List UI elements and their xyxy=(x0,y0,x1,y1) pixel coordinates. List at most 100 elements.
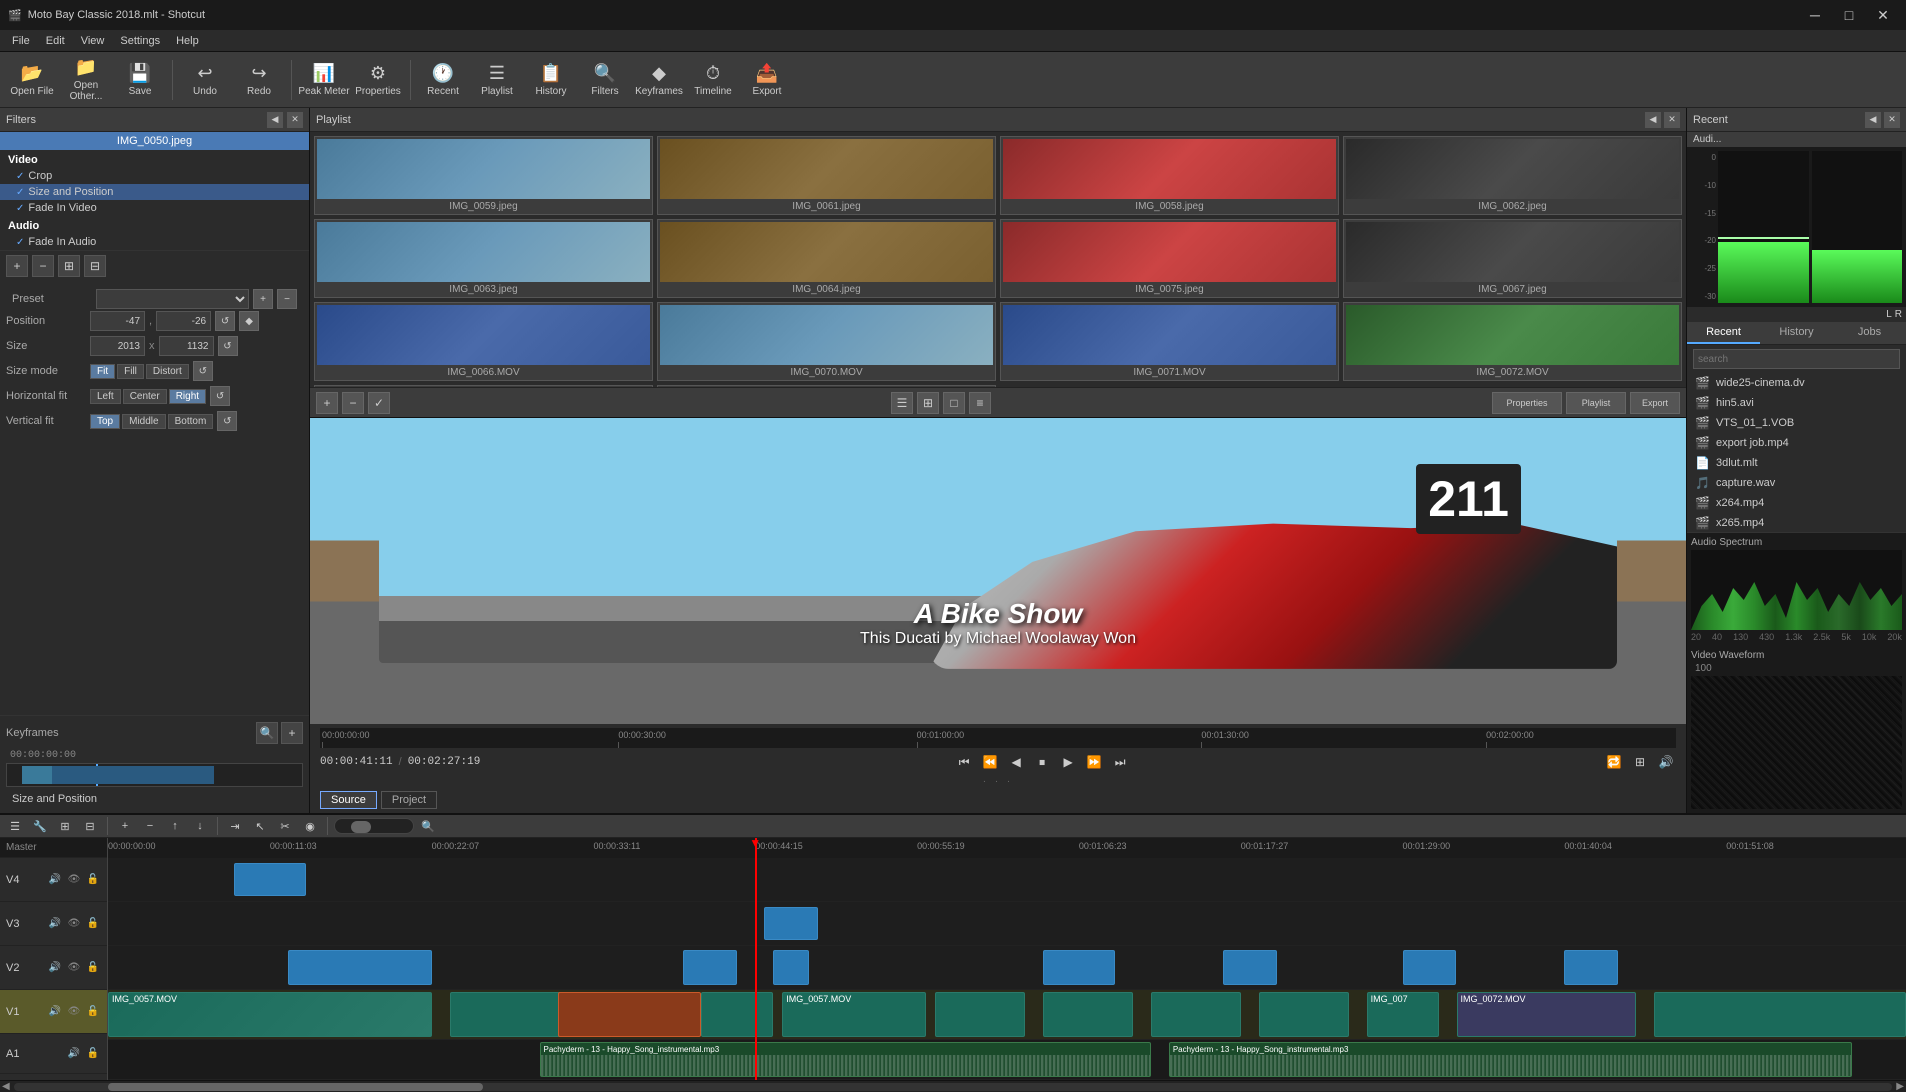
source-tab[interactable]: Source xyxy=(320,791,377,809)
v4-eye[interactable]: 👁 xyxy=(66,872,82,888)
playlist-panel-close[interactable]: ✕ xyxy=(1664,112,1680,128)
transport-play-reverse[interactable]: ◀ xyxy=(1006,752,1026,772)
size-mode-fit[interactable]: Fit xyxy=(90,364,115,379)
a1-lock[interactable]: 🔓 xyxy=(85,1046,101,1062)
pl-export-btn[interactable]: Export xyxy=(1630,392,1680,414)
filter-fade-in-video[interactable]: ✓ Fade In Video xyxy=(0,200,309,216)
filter-fade-in-audio[interactable]: ✓ Fade In Audio xyxy=(0,234,309,250)
playlist-panel-shrink[interactable]: ◀ xyxy=(1645,112,1661,128)
pl-detail-btn[interactable]: □ xyxy=(943,392,965,414)
horiz-center-btn[interactable]: Center xyxy=(123,389,167,404)
tl-zoom-handle[interactable] xyxy=(351,821,371,833)
vert-fit-reset-btn[interactable]: ↺ xyxy=(217,411,237,431)
recent-item-0[interactable]: 🎬 wide25-cinema.dv xyxy=(1687,373,1906,393)
position-reset-btn[interactable]: ↺ xyxy=(215,311,235,331)
v1-clip-8[interactable] xyxy=(1259,992,1349,1037)
toolbar-playlist[interactable]: ☰ Playlist xyxy=(471,55,523,105)
recent-panel-close[interactable]: ✕ xyxy=(1884,112,1900,128)
maximize-button[interactable]: □ xyxy=(1834,0,1864,30)
transport-next-frame[interactable]: ⏩ xyxy=(1084,752,1104,772)
v1-mute[interactable]: 🔊 xyxy=(47,1004,63,1020)
size-mode-distort[interactable]: Distort xyxy=(146,364,189,379)
recent-item-4[interactable]: 📄 3dlut.mlt xyxy=(1687,453,1906,473)
pl-remove-btn[interactable]: − xyxy=(342,392,364,414)
kf-zoom-in[interactable]: + xyxy=(281,722,303,744)
menu-edit[interactable]: Edit xyxy=(38,33,73,49)
transport-prev-frame[interactable]: ⏪ xyxy=(980,752,1000,772)
tl-track-btn[interactable]: ⊞ xyxy=(54,815,76,837)
pl-check-btn[interactable]: ✓ xyxy=(368,392,390,414)
menu-view[interactable]: View xyxy=(73,33,113,49)
v1-clip-1[interactable]: IMG_0057.MOV xyxy=(108,992,432,1037)
preset-select[interactable] xyxy=(96,289,249,309)
tl-lift-btn[interactable]: ↑ xyxy=(164,815,186,837)
v2-clip-1[interactable] xyxy=(288,950,432,985)
tl-menu-btn[interactable]: ☰ xyxy=(4,815,26,837)
preview-area[interactable]: 211 A Bike Show This Ducati by Michael W… xyxy=(310,418,1686,724)
horiz-fit-reset-btn[interactable]: ↺ xyxy=(210,386,230,406)
pl-add-btn[interactable]: + xyxy=(316,392,338,414)
tl-scrub-btn[interactable]: ◉ xyxy=(299,815,321,837)
right-tab-jobs[interactable]: Jobs xyxy=(1833,322,1906,344)
recent-search-input[interactable] xyxy=(1693,349,1900,369)
filter-copy-btn[interactable]: ⊞ xyxy=(58,255,80,277)
v1-clip-10[interactable]: IMG_0072.MOV xyxy=(1457,992,1637,1037)
toolbar-redo[interactable]: ↪ Redo xyxy=(233,55,285,105)
transport-grid[interactable]: ⊞ xyxy=(1630,752,1650,772)
transport-end[interactable]: ⏭ xyxy=(1110,752,1130,772)
playlist-item-4[interactable]: IMG_0063.jpeg xyxy=(314,219,653,298)
v1-clip-5[interactable] xyxy=(935,992,1025,1037)
toolbar-history[interactable]: 📋 History xyxy=(525,55,577,105)
transport-loop[interactable]: 🔁 xyxy=(1604,752,1624,772)
filter-size-position[interactable]: ✓ Size and Position xyxy=(0,184,309,200)
menu-settings[interactable]: Settings xyxy=(112,33,168,49)
pl-playlist-btn[interactable]: Playlist xyxy=(1566,392,1626,414)
recent-item-6[interactable]: 🎬 x264.mp4 xyxy=(1687,493,1906,513)
preset-add-btn[interactable]: + xyxy=(253,289,273,309)
size-mode-reset-btn[interactable]: ↺ xyxy=(193,361,213,381)
v1-eye[interactable]: 👁 xyxy=(66,1004,82,1020)
recent-item-1[interactable]: 🎬 hin5.avi xyxy=(1687,393,1906,413)
v4-clip-1[interactable] xyxy=(234,863,306,896)
toolbar-keyframes[interactable]: ◆ Keyframes xyxy=(633,55,685,105)
toolbar-filters[interactable]: 🔍 Filters xyxy=(579,55,631,105)
position-y-input[interactable] xyxy=(156,311,211,331)
filter-remove-btn[interactable]: − xyxy=(32,255,54,277)
a1-clip-1[interactable]: Pachyderm - 13 - Happy_Song_instrumental… xyxy=(540,1042,1151,1077)
right-tab-recent[interactable]: Recent xyxy=(1687,322,1760,344)
project-tab[interactable]: Project xyxy=(381,791,437,809)
v2-clip-2[interactable] xyxy=(683,950,737,985)
playlist-item-2[interactable]: IMG_0058.jpeg xyxy=(1000,136,1339,215)
a1-mute[interactable]: 🔊 xyxy=(66,1046,82,1062)
right-tab-history[interactable]: History xyxy=(1760,322,1833,344)
toolbar-open-file[interactable]: 📂 Open File xyxy=(6,55,58,105)
v1-clip-6[interactable] xyxy=(1043,992,1133,1037)
recent-item-5[interactable]: 🎵 capture.wav xyxy=(1687,473,1906,493)
tl-ripple-btn[interactable]: ⇥ xyxy=(224,815,246,837)
playlist-item-8[interactable]: IMG_0066.MOV xyxy=(314,302,653,381)
vert-middle-btn[interactable]: Middle xyxy=(122,414,165,429)
tl-snap-btn[interactable]: 🔧 xyxy=(29,815,51,837)
size-mode-fill[interactable]: Fill xyxy=(117,364,144,379)
v1-lock[interactable]: 🔓 xyxy=(85,1004,101,1020)
toolbar-undo[interactable]: ↩ Undo xyxy=(179,55,231,105)
tl-remove-track[interactable]: − xyxy=(139,815,161,837)
v2-clip-4[interactable] xyxy=(1043,950,1115,985)
tl-overwrite-btn[interactable]: ↓ xyxy=(189,815,211,837)
horiz-left-btn[interactable]: Left xyxy=(90,389,121,404)
kf-zoom-out[interactable]: 🔍 xyxy=(256,722,278,744)
playlist-item-5[interactable]: IMG_0064.jpeg xyxy=(657,219,996,298)
hscroll-track[interactable] xyxy=(14,1083,1893,1091)
v4-mute[interactable]: 🔊 xyxy=(47,872,63,888)
v1-clip-highlight[interactable] xyxy=(558,992,702,1037)
v3-clip-1[interactable] xyxy=(764,907,818,940)
v2-mute[interactable]: 🔊 xyxy=(47,960,63,976)
toolbar-timeline[interactable]: ⏱ Timeline xyxy=(687,55,739,105)
playlist-item-6[interactable]: IMG_0075.jpeg xyxy=(1000,219,1339,298)
vert-bottom-btn[interactable]: Bottom xyxy=(168,414,214,429)
v1-clip-4[interactable]: IMG_0057.MOV xyxy=(782,992,926,1037)
playlist-item-10[interactable]: IMG_0071.MOV xyxy=(1000,302,1339,381)
v2-eye[interactable]: 👁 xyxy=(66,960,82,976)
playlist-item-9[interactable]: IMG_0070.MOV xyxy=(657,302,996,381)
v1-clip-3[interactable] xyxy=(701,992,773,1037)
